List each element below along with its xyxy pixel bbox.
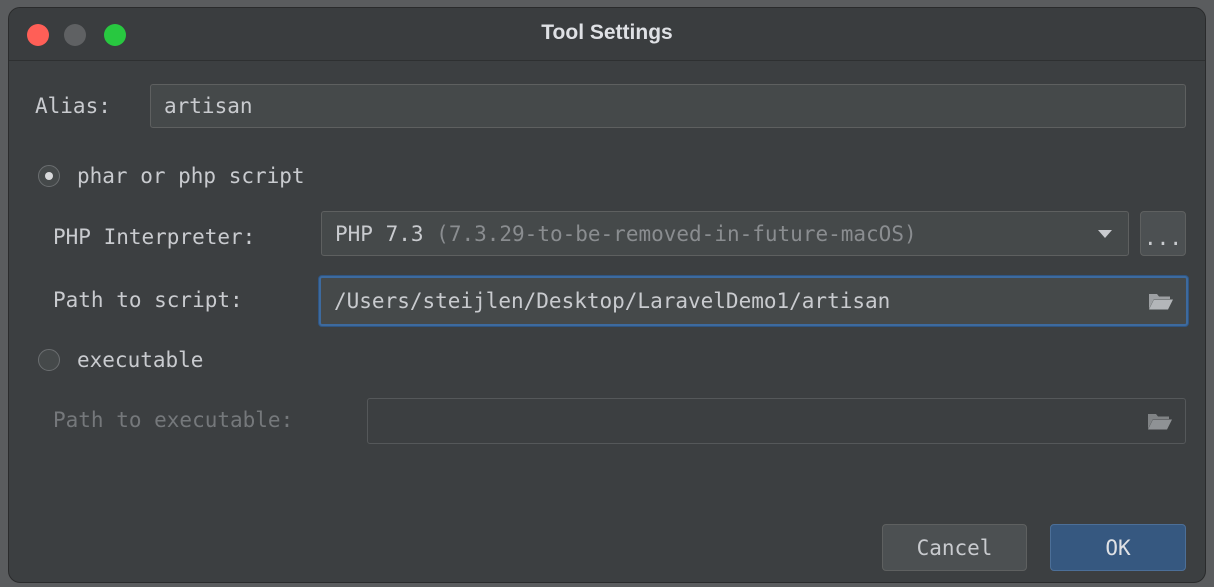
executable-radio[interactable] (38, 349, 60, 371)
script-path-input[interactable]: /Users/steijlen/Desktop/LaravelDemo1/art… (319, 276, 1188, 326)
executable-radio-label[interactable]: executable (77, 348, 203, 372)
alias-input-value: artisan (164, 94, 253, 118)
php-interpreter-select[interactable]: PHP 7.3 (7.3.29-to-be-removed-in-future-… (321, 211, 1129, 256)
cancel-button[interactable]: Cancel (882, 524, 1027, 571)
ok-button[interactable]: OK (1050, 524, 1186, 571)
folder-icon[interactable] (1148, 291, 1174, 311)
window-title: Tool Settings (541, 21, 673, 44)
executable-path-label: Path to executable: (53, 408, 294, 432)
folder-icon[interactable] (1147, 411, 1173, 431)
phar-radio[interactable] (38, 165, 60, 187)
chevron-down-icon (1098, 229, 1112, 238)
interpreter-browse-button[interactable]: ... (1140, 211, 1186, 256)
executable-path-input[interactable] (367, 398, 1186, 444)
script-path-value: /Users/steijlen/Desktop/LaravelDemo1/art… (334, 289, 891, 313)
script-path-label: Path to script: (53, 288, 243, 312)
php-interpreter-label: PHP Interpreter: (53, 225, 256, 249)
php-interpreter-name: PHP 7.3 (335, 221, 424, 246)
alias-input[interactable]: artisan (150, 84, 1186, 128)
php-interpreter-version: (7.3.29-to-be-removed-in-future-macOS) (436, 221, 917, 246)
alias-label: Alias: (35, 94, 111, 118)
phar-radio-label[interactable]: phar or php script (77, 164, 305, 188)
radio-selected-dot (45, 172, 53, 180)
tool-settings-dialog: Tool Settings Alias: artisan phar or php… (8, 7, 1206, 583)
title-bar: Tool Settings (9, 8, 1205, 61)
php-interpreter-selected: PHP 7.3 (7.3.29-to-be-removed-in-future-… (335, 222, 917, 246)
